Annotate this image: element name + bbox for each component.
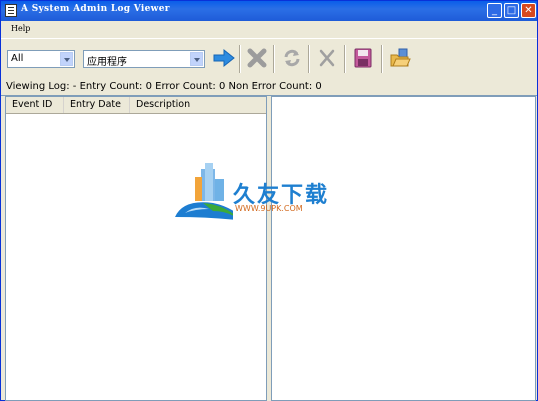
log-filter-select[interactable]: All: [7, 50, 75, 68]
cancel-icon: [319, 49, 335, 67]
title-bar[interactable]: A System Admin Log Viewer _ □ ✕: [1, 1, 537, 21]
status-line: Viewing Log: - Entry Count: 0 Error Coun…: [1, 79, 537, 96]
column-header-event-id[interactable]: Event ID: [6, 97, 64, 113]
toolbar-separator: [344, 45, 345, 73]
close-button[interactable]: ✕: [521, 3, 536, 18]
save-disk-icon: [354, 48, 372, 68]
minimize-button[interactable]: _: [487, 3, 502, 18]
refresh-button[interactable]: [279, 45, 305, 71]
delete-button[interactable]: [244, 45, 270, 71]
status-text: Viewing Log: - Entry Count: 0 Error Coun…: [6, 81, 322, 92]
chevron-down-icon[interactable]: [190, 52, 203, 66]
toolbar-separator: [308, 45, 309, 73]
go-button[interactable]: [211, 45, 237, 71]
window-title: A System Admin Log Viewer: [21, 4, 170, 14]
app-window: A System Admin Log Viewer _ □ ✕ Help All…: [0, 0, 538, 401]
chevron-down-icon[interactable]: [60, 52, 73, 66]
open-folder-icon: [390, 48, 411, 67]
log-source-value: 应用程序: [87, 57, 127, 68]
watermark-emblem: [175, 163, 233, 220]
column-header-entry-date[interactable]: Entry Date: [64, 97, 130, 113]
menu-item-help[interactable]: Help: [11, 24, 30, 33]
cancel-button[interactable]: [314, 45, 340, 71]
open-button[interactable]: [387, 45, 413, 71]
toolbar-separator: [273, 45, 274, 73]
event-list[interactable]: Event ID Entry Date Description: [5, 96, 267, 401]
event-detail-pane[interactable]: [271, 96, 536, 401]
menu-bar: Help: [1, 21, 537, 37]
watermark-url: WWW.9UPK.COM: [235, 204, 303, 213]
maximize-button[interactable]: □: [504, 3, 519, 18]
app-icon: [5, 4, 17, 17]
toolbar-separator: [239, 45, 240, 73]
log-filter-value: All: [11, 53, 24, 64]
delete-x-icon: [247, 48, 267, 68]
toolbar: All 应用程序: [1, 38, 537, 80]
refresh-icon: [284, 49, 300, 67]
log-source-select[interactable]: 应用程序: [83, 50, 205, 68]
watermark-logo: 久友下载 WWW.9UPK.COM: [173, 159, 373, 229]
column-header-row: Event ID Entry Date Description: [6, 97, 266, 114]
save-button[interactable]: [350, 45, 376, 71]
toolbar-separator: [381, 45, 382, 73]
arrow-right-icon: [213, 48, 235, 68]
column-header-description[interactable]: Description: [130, 97, 266, 113]
